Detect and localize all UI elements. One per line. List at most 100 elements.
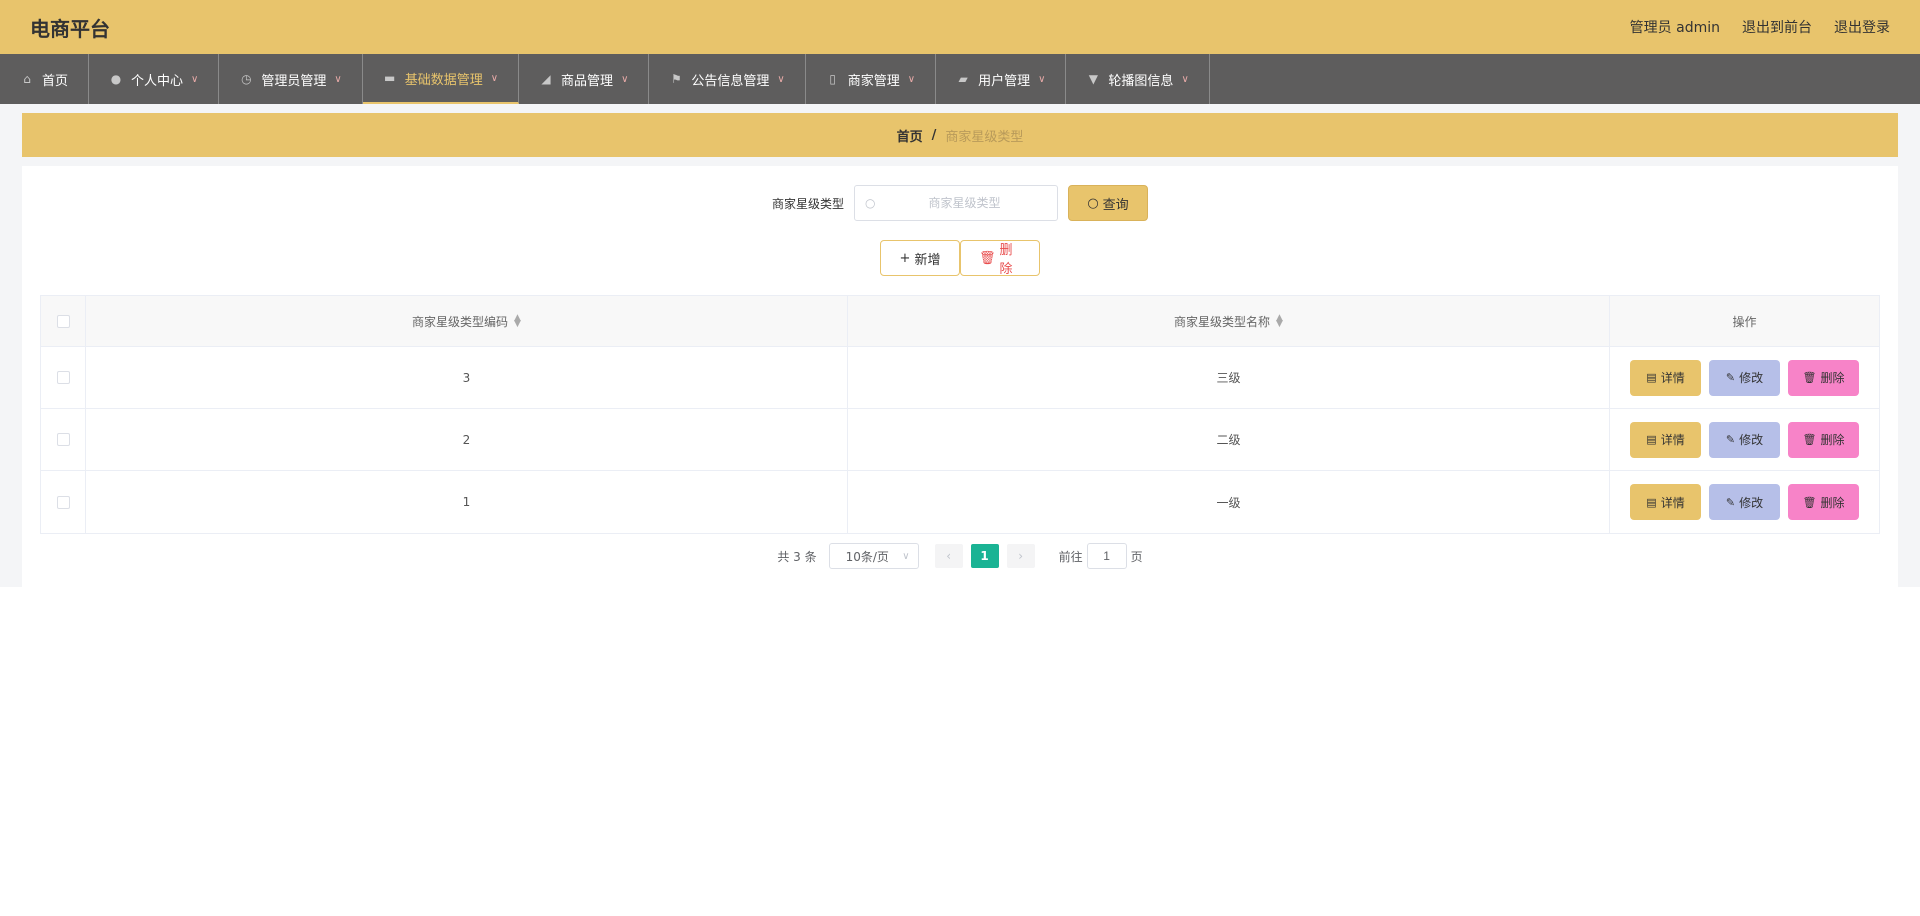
nav-item-personal[interactable]: ● 个人中心 ∨ [89, 54, 220, 104]
header-code-label: 商家星级类型编码 [412, 314, 509, 329]
nav-item-notice[interactable]: ⚑ 公告信息管理 ∨ [649, 54, 806, 104]
top-links: 管理员 admin 退出到前台 退出登录 [1630, 17, 1890, 37]
page-size-select[interactable]: 10条/页 ∨ [828, 543, 919, 569]
nav-item-label: 商品管理 [561, 73, 614, 89]
edit-button[interactable]: ✎ 修改 [1709, 421, 1780, 458]
delete-label: 删除 [1820, 371, 1845, 385]
batch-delete-label: 删除 [999, 243, 1013, 277]
header-ops: 操作 [1610, 296, 1879, 346]
edit-button[interactable]: ✎ 修改 [1709, 359, 1780, 396]
query-button-label: 查询 [1102, 197, 1129, 213]
sort-icon[interactable]: ▲ ▼ [514, 314, 521, 329]
chevron-down-icon: ∨ [777, 73, 785, 85]
detail-button[interactable]: ▤ 详情 [1630, 484, 1701, 520]
cell-ops: ▤ 详情 ✎ 修改 🗑 删除 [1610, 471, 1879, 533]
pagination: 共 3 条 10条/页 ∨ ‹ 1 › 前往 页 [0, 543, 1920, 569]
nav-item-home[interactable]: ⌂ 首页 [0, 54, 90, 104]
query-button[interactable]: ○ 查询 [1068, 185, 1148, 221]
chevron-down-icon: ∨ [334, 73, 342, 85]
chevron-down-icon: ∨ [1038, 73, 1046, 85]
trash-icon: 🗑 [1802, 371, 1817, 384]
header-name[interactable]: 商家星级类型名称 ▲ ▼ [848, 296, 1610, 346]
data-table: 商家星级类型编码 ▲ ▼ 商家星级类型名称 ▲ ▼ 操作 3 三级 ▤ 详情 ✎ 修… [40, 295, 1880, 534]
shop-icon: ▯ [829, 72, 837, 86]
search-input[interactable] [889, 196, 1040, 210]
breadcrumb-current: 商家星级类型 [945, 129, 1024, 145]
flag-icon: ⚑ [671, 72, 682, 86]
nav-item-label: 首页 [42, 73, 69, 89]
batch-delete-button[interactable]: 🗑 删除 [960, 240, 1040, 277]
delete-button[interactable]: 🗑 删除 [1788, 421, 1859, 458]
detail-label: 详情 [1660, 495, 1685, 510]
nav-item-merchant[interactable]: ▯ 商家管理 ∨ [806, 54, 937, 104]
chevron-right-icon: › [1018, 549, 1024, 563]
goto-label: 前往 [1058, 549, 1083, 564]
pager-total: 共 3 条 [777, 549, 817, 564]
delete-button[interactable]: 🗑 删除 [1788, 359, 1859, 396]
clock-icon: ◷ [241, 72, 252, 86]
detail-label: 详情 [1660, 433, 1685, 447]
cell-ops: ▤ 详情 ✎ 修改 🗑 删除 [1610, 347, 1879, 408]
pin-icon: ▼ [1088, 72, 1099, 86]
action-bar: + 新增 🗑 删除 [0, 240, 1920, 277]
page-number-button[interactable]: 1 [970, 544, 999, 568]
edit-label: 修改 [1739, 371, 1764, 385]
search-label: 商家星级类型 [771, 196, 844, 211]
detail-button[interactable]: ▤ 详情 [1630, 359, 1701, 396]
header-code[interactable]: 商家星级类型编码 ▲ ▼ [86, 296, 848, 346]
edit-label: 修改 [1739, 433, 1764, 447]
breadcrumb-home[interactable]: 首页 [897, 126, 923, 145]
plus-icon: + [899, 250, 911, 266]
search-box[interactable]: ○ [854, 185, 1058, 221]
chevron-down-icon: ∨ [490, 72, 499, 84]
chevron-left-icon: ‹ [946, 549, 952, 563]
chevron-down-icon: ∨ [621, 73, 629, 85]
logout-link[interactable]: 退出登录 [1834, 17, 1890, 37]
detail-button[interactable]: ▤ 详情 [1630, 421, 1701, 458]
detail-label: 详情 [1660, 371, 1685, 385]
search-icon: ○ [865, 196, 876, 210]
row-checkbox[interactable] [56, 495, 70, 509]
nav-item-label: 用户管理 [978, 73, 1031, 89]
nav-item-admin[interactable]: ◷ 管理员管理 ∨ [219, 54, 363, 104]
row-checkbox-cell [41, 409, 86, 470]
nav-item-goods[interactable]: ◢ 商品管理 ∨ [519, 54, 650, 104]
next-page-button[interactable]: › [1006, 544, 1035, 568]
nav-item-label: 商家管理 [847, 73, 900, 89]
document-icon: ▤ [1646, 433, 1657, 446]
cell-name: 二级 [848, 409, 1610, 470]
nav-item-label: 个人中心 [131, 73, 184, 89]
select-all-checkbox[interactable] [56, 314, 70, 328]
chevron-down-icon: ∨ [902, 550, 910, 562]
trash-icon: 🗑 [1802, 495, 1817, 509]
document-icon: ▤ [1646, 495, 1657, 509]
add-button[interactable]: + 新增 [880, 240, 960, 276]
admin-label: 管理员 admin [1629, 20, 1720, 36]
to-front-link[interactable]: 退出到前台 [1742, 17, 1812, 37]
search-icon: ○ [1087, 195, 1099, 211]
trash-icon: 🗑 [1802, 433, 1817, 446]
table-row: 2 二级 ▤ 详情 ✎ 修改 🗑 删除 [41, 409, 1879, 471]
row-checkbox[interactable] [56, 371, 70, 384]
nav-item-label: 基础数据管理 [404, 72, 483, 88]
cell-code: 3 [86, 347, 848, 408]
sort-icon[interactable]: ▲ ▼ [1276, 314, 1283, 329]
nav-item-carousel[interactable]: ▼ 轮播图信息 ∨ [1066, 54, 1210, 104]
prev-page-button[interactable]: ‹ [934, 544, 963, 568]
briefcase-icon: ▰ [958, 72, 968, 86]
nav-item-label: 轮播图信息 [1108, 73, 1174, 89]
edit-icon: ✎ [1725, 495, 1736, 509]
table-row: 3 三级 ▤ 详情 ✎ 修改 🗑 删除 [41, 347, 1879, 409]
breadcrumb-separator: / [931, 127, 937, 143]
trash-icon: 🗑 [979, 250, 996, 266]
edit-button[interactable]: ✎ 修改 [1709, 484, 1780, 520]
search-form: 商家星级类型 ○ ○ 查询 [0, 185, 1920, 221]
nav-item-basic-data[interactable]: ▬ 基础数据管理 ∨ [362, 54, 520, 104]
add-button-label: 新增 [914, 252, 941, 268]
row-checkbox[interactable] [56, 433, 70, 446]
goto-page-input[interactable] [1086, 543, 1127, 569]
nav-item-user[interactable]: ▰ 用户管理 ∨ [936, 54, 1067, 104]
page-unit-label: 页 [1130, 549, 1143, 564]
delete-button[interactable]: 🗑 删除 [1788, 484, 1859, 520]
row-checkbox-cell [41, 347, 86, 408]
